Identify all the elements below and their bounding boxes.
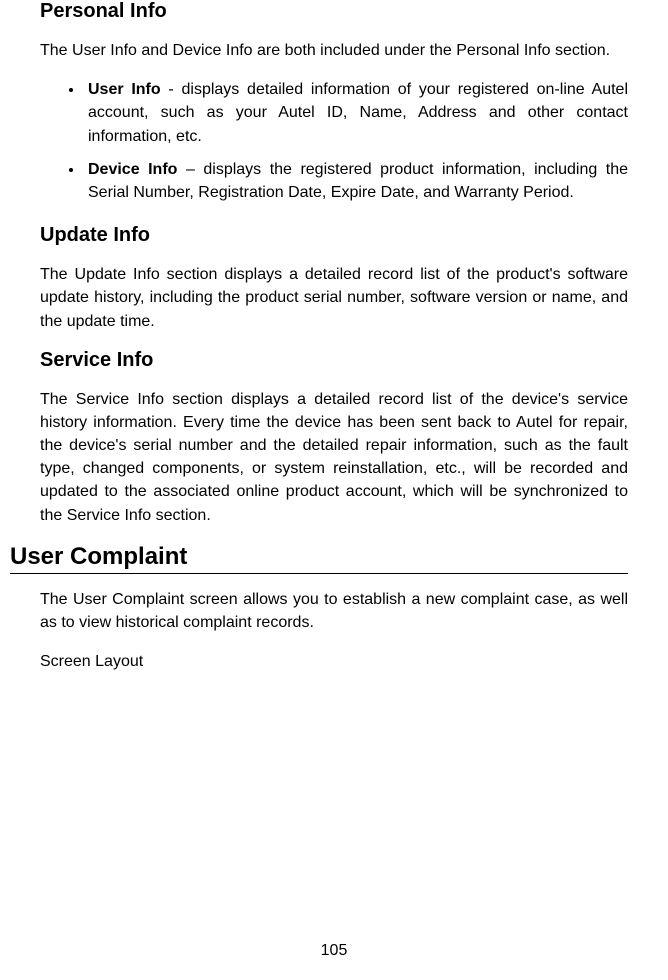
user-complaint-heading: User Complaint: [10, 543, 628, 574]
personal-info-heading: Personal Info: [40, 0, 628, 23]
item-label: Device Info: [88, 161, 177, 178]
item-label: User Info: [88, 81, 161, 98]
personal-info-list: User Info - displays detailed informatio…: [40, 78, 628, 204]
screen-layout-label: Screen Layout: [40, 650, 628, 673]
item-sep: -: [161, 81, 182, 98]
user-complaint-body: The User Complaint screen allows you to …: [40, 588, 628, 634]
list-item: Device Info – displays the registered pr…: [84, 158, 628, 204]
service-info-body: The Service Info section displays a deta…: [40, 388, 628, 527]
update-info-heading: Update Info: [40, 224, 628, 247]
update-info-body: The Update Info section displays a detai…: [40, 263, 628, 333]
list-item: User Info - displays detailed informatio…: [84, 78, 628, 148]
personal-info-intro: The User Info and Device Info are both i…: [40, 39, 628, 62]
item-sep: –: [177, 161, 203, 178]
service-info-heading: Service Info: [40, 349, 628, 372]
page-number: 105: [0, 942, 668, 960]
